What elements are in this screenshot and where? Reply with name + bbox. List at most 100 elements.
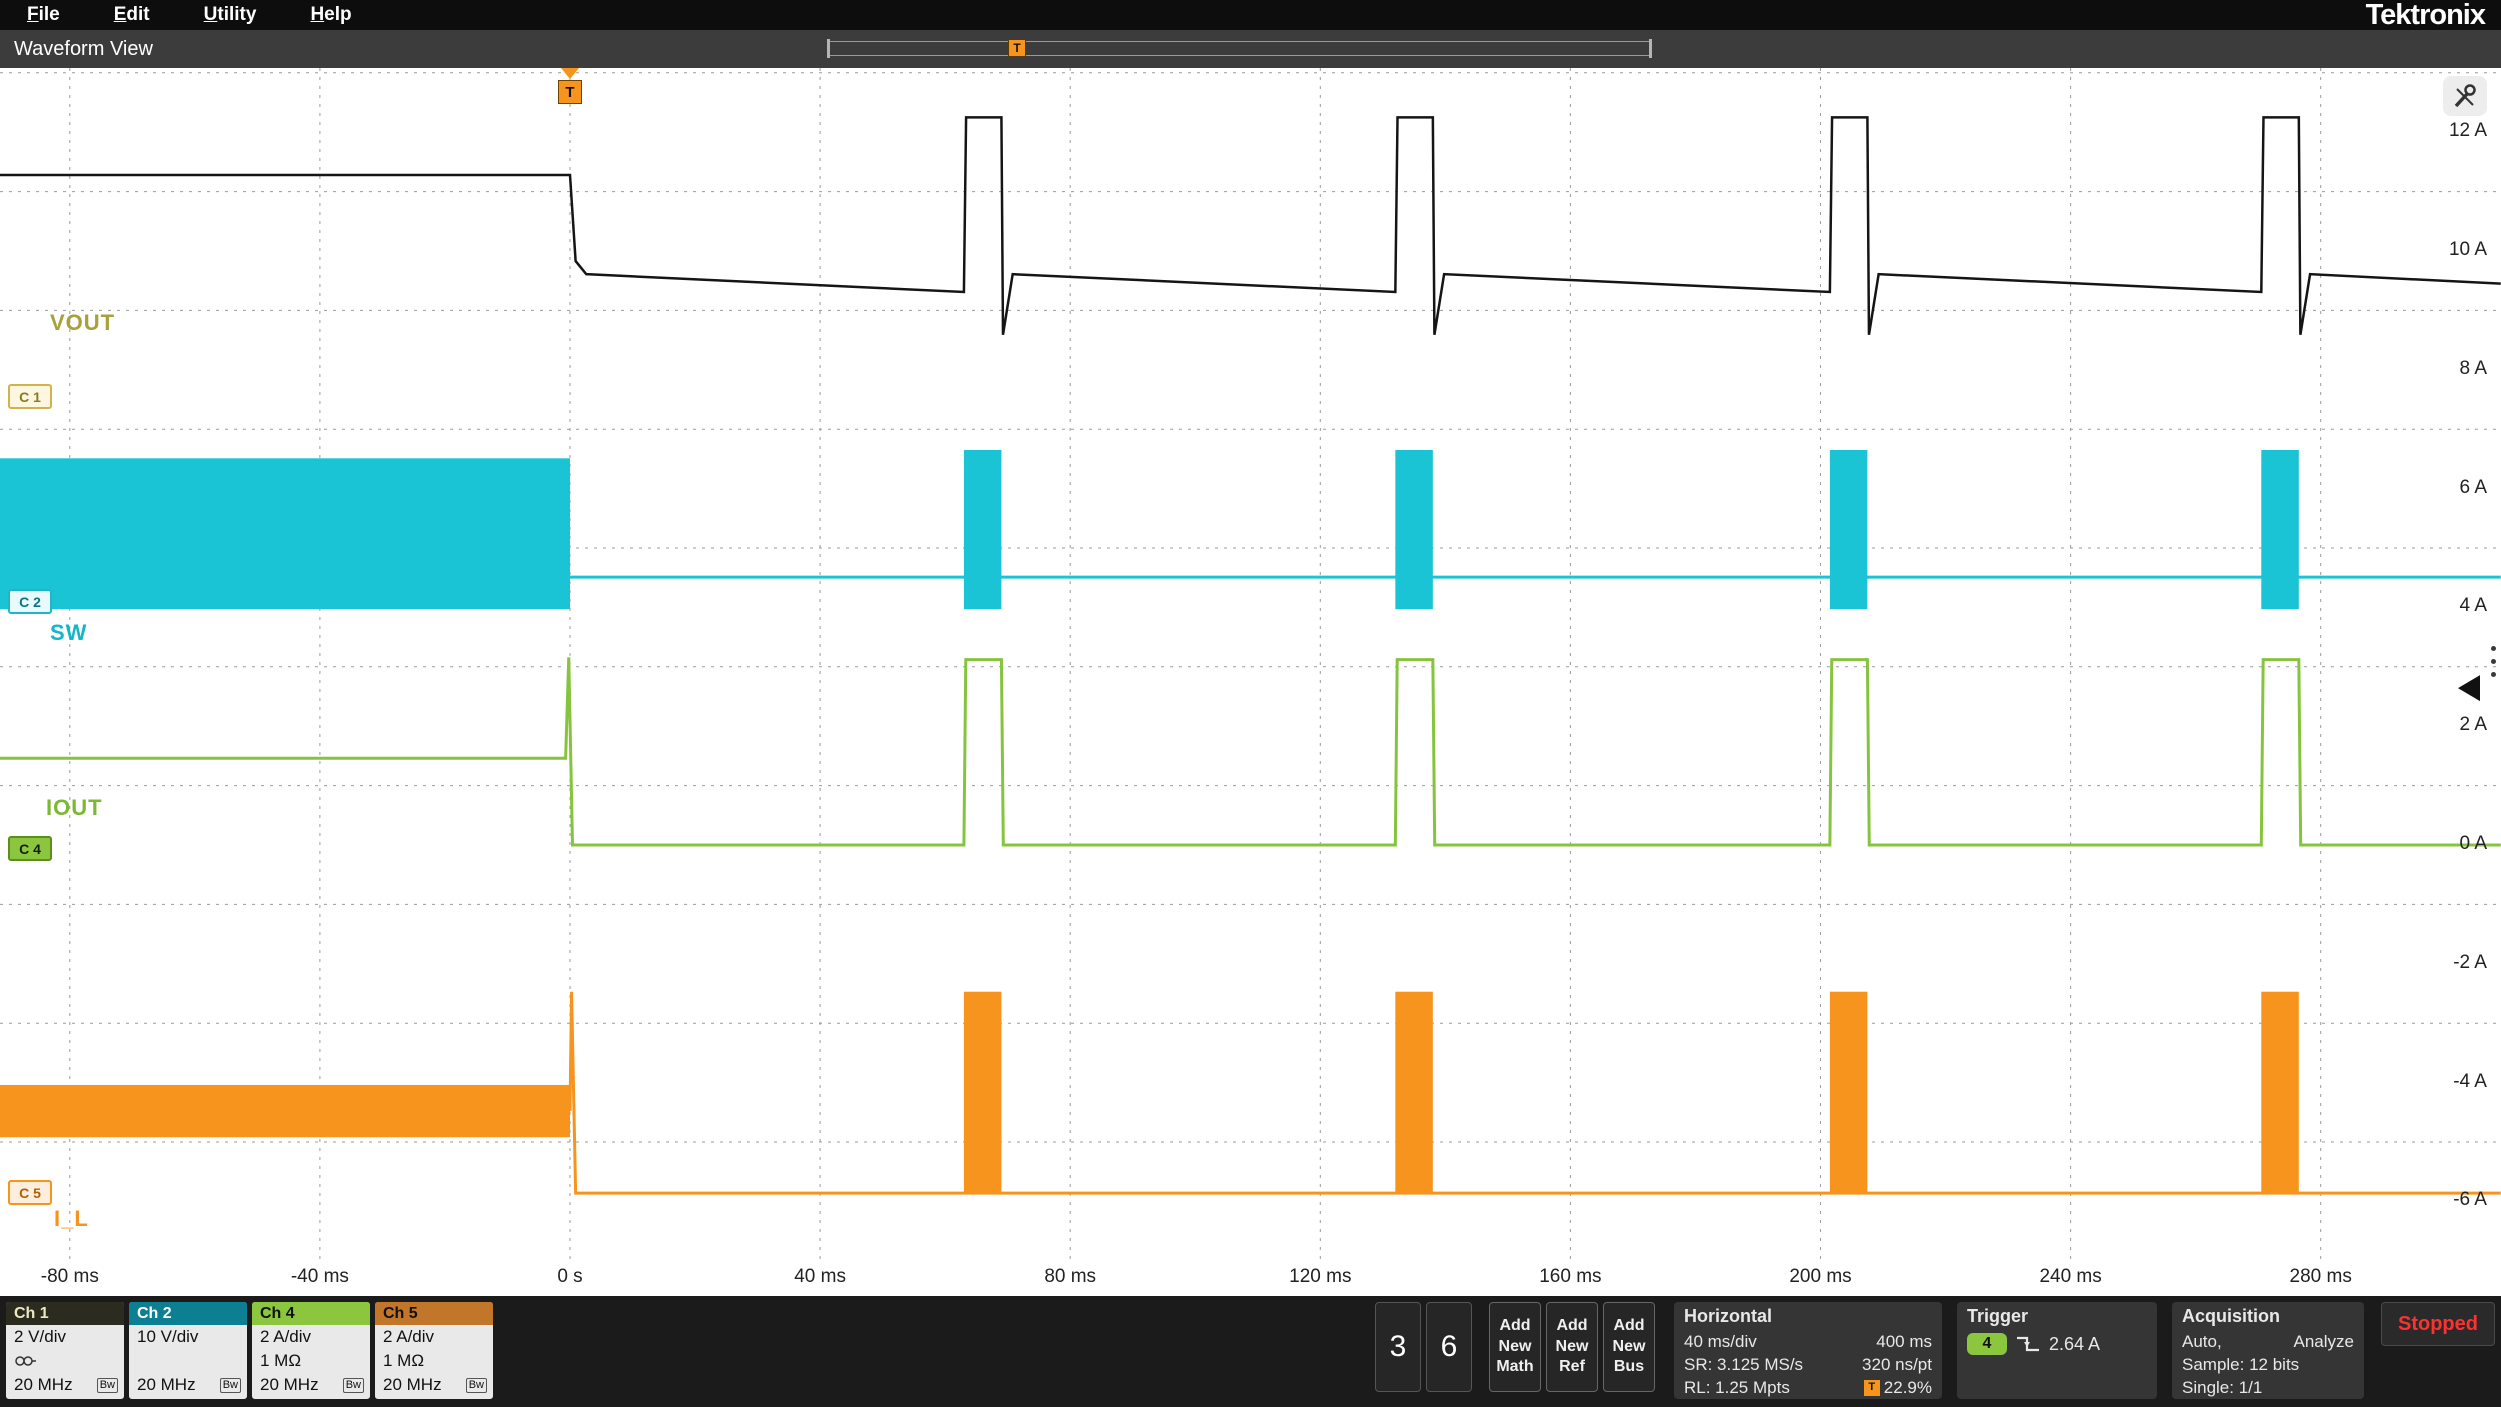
vout-trace — [0, 117, 2501, 334]
il-burst — [2261, 992, 2299, 1193]
waveform-view-title: Waveform View — [14, 38, 153, 61]
sw-burst — [1830, 450, 1868, 609]
trigger-position-flag[interactable]: T — [558, 80, 582, 104]
waveform-canvas — [0, 68, 2501, 1260]
menu-edit[interactable]: Edit — [87, 4, 177, 26]
tools-icon[interactable] — [2443, 76, 2487, 116]
bandwidth-limit-icon: Bw — [97, 1378, 118, 1393]
acquisition-panel[interactable]: Acquisition Auto, Analyze Sample: 12 bit… — [2172, 1302, 2364, 1399]
add-new-ref-button[interactable]: Add New Ref — [1546, 1302, 1598, 1392]
channel-marker-c5[interactable]: C 5 — [8, 1180, 52, 1205]
il-pretrigger-band — [0, 1085, 570, 1137]
amp-axis-label: 10 A — [2449, 239, 2487, 261]
trace-label-iout: IOUT — [46, 795, 103, 821]
time-axis-label: 120 ms — [1275, 1266, 1365, 1288]
run-stop-status[interactable]: Stopped — [2381, 1302, 2495, 1346]
trigger-source-badge[interactable]: 4 — [1967, 1333, 2007, 1355]
channel-header[interactable]: Ch 5 — [375, 1302, 493, 1325]
add-ref-line1: Add — [1556, 1316, 1587, 1337]
amp-axis-label: 4 A — [2460, 595, 2487, 617]
trigger-title: Trigger — [1967, 1306, 2147, 1327]
menu-help[interactable]: Help — [283, 4, 378, 26]
add-new-bus-button[interactable]: Add New Bus — [1603, 1302, 1655, 1392]
add-math-line2: New — [1499, 1337, 1532, 1358]
sw-burst — [964, 450, 1002, 609]
trigger-position-icon: T — [1864, 1380, 1880, 1396]
wrench-icon — [2450, 82, 2480, 110]
channel-header[interactable]: Ch 2 — [129, 1302, 247, 1325]
time-axis-label: 40 ms — [775, 1266, 865, 1288]
channel-badge-ch4[interactable]: Ch 4 2 A/div 1 MΩ 20 MHz Bw — [252, 1302, 370, 1399]
trigger-panel[interactable]: Trigger 4 2.64 A — [1957, 1302, 2157, 1399]
amp-axis-label: 0 A — [2460, 833, 2487, 855]
sw-burst — [2261, 450, 2299, 609]
add-ref-line2: New — [1556, 1337, 1589, 1358]
channel-bandwidth-row: 20 MHz Bw — [129, 1373, 247, 1397]
waveform-display: T VOUT SW IOUT I_L C 1 C 2 C 4 C 5 12 A 1… — [0, 68, 2501, 1260]
trace-label-sw: SW — [50, 620, 87, 646]
amp-axis-label: 6 A — [2460, 477, 2487, 499]
time-axis-label: 0 s — [525, 1266, 615, 1288]
horizontal-title: Horizontal — [1684, 1306, 1932, 1327]
amp-axis-label: 2 A — [2460, 714, 2487, 736]
horizontal-span: 400 ms — [1876, 1330, 1932, 1353]
time-axis-label: 80 ms — [1025, 1266, 1115, 1288]
channel-marker-c4[interactable]: C 4 — [8, 836, 52, 861]
trigger-level-value: 2.64 A — [2049, 1334, 2100, 1355]
add-channel-6-button[interactable]: 6 — [1426, 1302, 1472, 1392]
settings-bar: Ch 1 2 V/div 20 MHz Bw Ch 2 10 V/div 20 … — [0, 1296, 2501, 1407]
menu-bar: File Edit Utility Help Tektronix — [0, 0, 2501, 30]
channel-scale: 2 A/div — [375, 1325, 493, 1349]
view-tab-bar: Waveform View T — [0, 30, 2501, 68]
menu-utility[interactable]: Utility — [177, 4, 284, 26]
channel-scale: 2 V/div — [6, 1325, 124, 1349]
bandwidth-limit-icon: Bw — [343, 1378, 364, 1393]
trace-label-il: I_L — [54, 1206, 89, 1232]
minimap-trigger-icon[interactable]: T — [1008, 39, 1026, 57]
add-channel-3-button[interactable]: 3 — [1375, 1302, 1421, 1392]
channel-marker-c1[interactable]: C 1 — [8, 384, 52, 409]
falling-edge-icon — [2015, 1334, 2041, 1354]
channel-badge-ch5[interactable]: Ch 5 2 A/div 1 MΩ 20 MHz Bw — [375, 1302, 493, 1399]
add-new-math-button[interactable]: Add New Math — [1489, 1302, 1541, 1392]
acquisition-mode: Auto, — [2182, 1330, 2222, 1353]
channel-bandwidth-row: 20 MHz Bw — [375, 1373, 493, 1397]
menu-file[interactable]: File — [0, 4, 87, 26]
add-ref-line3: Ref — [1559, 1357, 1585, 1378]
add-math-line3: Math — [1496, 1357, 1533, 1378]
time-axis-label: 200 ms — [1776, 1266, 1866, 1288]
amp-axis-label: -4 A — [2453, 1071, 2487, 1093]
channel-bandwidth-row: 20 MHz Bw — [6, 1373, 124, 1397]
tektronix-logo: Tektronix — [2366, 0, 2485, 32]
time-axis: -80 ms-40 ms0 s40 ms80 ms120 ms160 ms200… — [0, 1260, 2501, 1296]
record-view-minimap[interactable]: T — [828, 41, 1651, 56]
channel-marker-c2[interactable]: C 2 — [8, 589, 52, 614]
bandwidth-value: 20 MHz — [260, 1375, 319, 1395]
bandwidth-value: 20 MHz — [137, 1375, 196, 1395]
sample-interval: 320 ns/pt — [1862, 1353, 1932, 1376]
trigger-position-marker-icon[interactable] — [561, 68, 579, 79]
amp-axis-label: -6 A — [2453, 1189, 2487, 1211]
channel-impedance: 1 MΩ — [375, 1349, 493, 1373]
amp-axis-label: 12 A — [2449, 120, 2487, 142]
channel-badge-ch1[interactable]: Ch 1 2 V/div 20 MHz Bw — [6, 1302, 124, 1399]
il-trace — [570, 992, 2501, 1193]
trace-label-vout: VOUT — [50, 310, 115, 336]
acquisition-sample: Sample: 12 bits — [2182, 1353, 2299, 1376]
il-burst — [1830, 992, 1868, 1193]
drag-handle-icon[interactable] — [2491, 646, 2496, 677]
channel-header[interactable]: Ch 4 — [252, 1302, 370, 1325]
add-bus-line3: Bus — [1614, 1357, 1644, 1378]
amp-axis-label: -2 A — [2453, 952, 2487, 974]
bandwidth-limit-icon: Bw — [466, 1378, 487, 1393]
time-axis-label: 160 ms — [1525, 1266, 1615, 1288]
time-axis-label: 240 ms — [2026, 1266, 2116, 1288]
horizontal-panel[interactable]: Horizontal 40 ms/div 400 ms SR: 3.125 MS… — [1674, 1302, 1942, 1399]
channel-header[interactable]: Ch 1 — [6, 1302, 124, 1325]
channel-badge-ch2[interactable]: Ch 2 10 V/div 20 MHz Bw — [129, 1302, 247, 1399]
bandwidth-value: 20 MHz — [383, 1375, 442, 1395]
trigger-level-arrow[interactable] — [2458, 675, 2480, 701]
sw-pretrigger-band — [0, 458, 570, 609]
channel-scale: 10 V/div — [129, 1325, 247, 1349]
channel-scale: 2 A/div — [252, 1325, 370, 1349]
